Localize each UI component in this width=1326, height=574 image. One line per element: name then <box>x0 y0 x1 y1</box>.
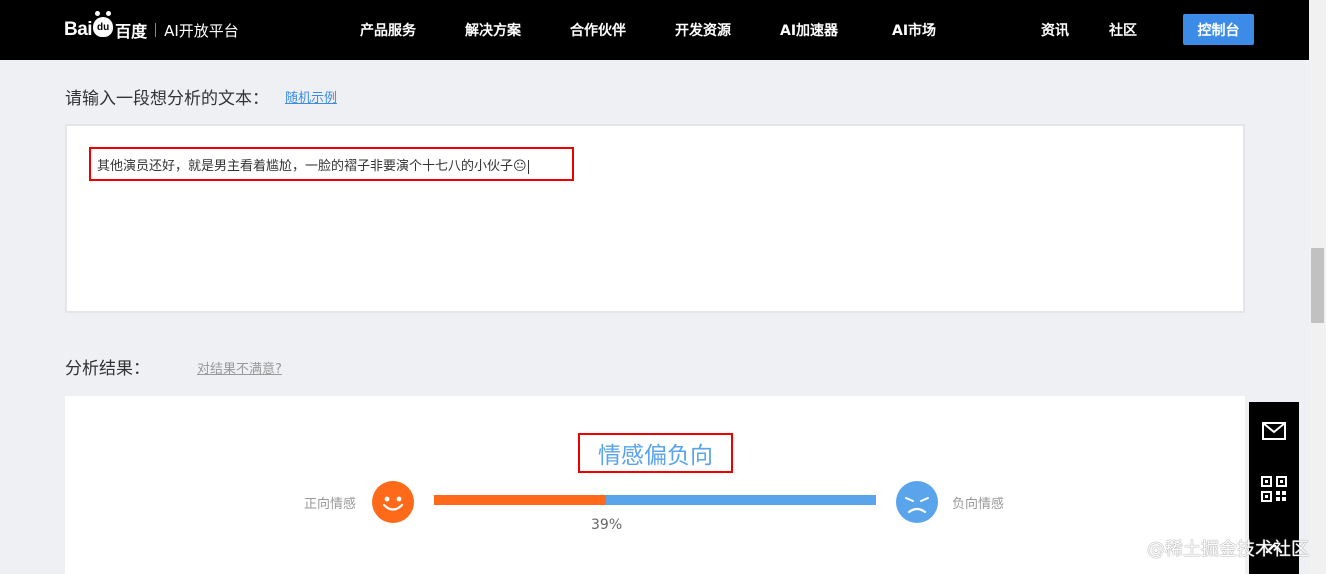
negative-sentiment-label: 负向情感 <box>952 497 1005 512</box>
random-example-link[interactable]: 随机示例 <box>285 87 337 106</box>
unsatisfied-feedback-link[interactable]: 对结果不满意? <box>197 358 282 377</box>
result-panel <box>65 396 1245 574</box>
baidu-ai-logo[interactable]: Bai du 百度 AI开放平台 <box>64 11 239 46</box>
nav-item-ai-market[interactable]: AI市场 <box>892 0 936 60</box>
mail-icon[interactable] <box>1249 409 1299 453</box>
nav-item-dev-resources[interactable]: 开发资源 <box>675 0 731 60</box>
logo-baidu-cn: 百度 <box>115 22 148 41</box>
input-text-line[interactable]: 其他演员还好，就是男主看着尴尬，一脸的褶子非要演个十七八的小伙子😐 <box>97 155 529 174</box>
qr-code-icon[interactable] <box>1249 467 1299 511</box>
nav-item-products[interactable]: 产品服务 <box>360 0 416 60</box>
top-nav-bar: Bai du 百度 AI开放平台 产品服务 解决方案 合作伙伴 开发资源 AI加… <box>0 0 1309 60</box>
positive-percent-text: 39% <box>591 517 623 533</box>
nav-item-news[interactable]: 资讯 <box>1041 0 1069 60</box>
result-section-title: 分析结果： <box>65 359 150 379</box>
juejin-watermark: @稀土掘金技术社区 <box>1147 539 1309 560</box>
nav-item-community[interactable]: 社区 <box>1109 0 1137 60</box>
logo-bai-text: Bai <box>64 19 93 40</box>
input-text: 其他演员还好，就是男主看着尴尬，一脸的褶子非要演个十七八的小伙子😐 <box>97 159 527 174</box>
nav-item-solutions[interactable]: 解决方案 <box>465 0 521 60</box>
logo-divider <box>155 23 157 37</box>
positive-sentiment-label: 正向情感 <box>304 497 357 512</box>
sentiment-progress-bar <box>434 495 876 505</box>
paw-icon: du <box>93 11 114 37</box>
happy-face-icon <box>372 481 414 523</box>
logo-du-text: du <box>96 22 110 33</box>
input-section-title: 请输入一段想分析的文本： <box>65 89 269 109</box>
scrollbar-thumb[interactable] <box>1311 248 1324 323</box>
logo-platform-text: AI开放平台 <box>164 21 239 40</box>
console-button[interactable]: 控制台 <box>1183 14 1254 45</box>
sentiment-result-label: 情感偏负向 <box>598 443 713 469</box>
sad-face-icon <box>896 481 938 523</box>
text-caret <box>527 159 529 174</box>
nav-item-partners[interactable]: 合作伙伴 <box>570 0 626 60</box>
positive-progress-fill <box>434 495 607 505</box>
nav-item-ai-accelerator[interactable]: AI加速器 <box>780 0 838 60</box>
